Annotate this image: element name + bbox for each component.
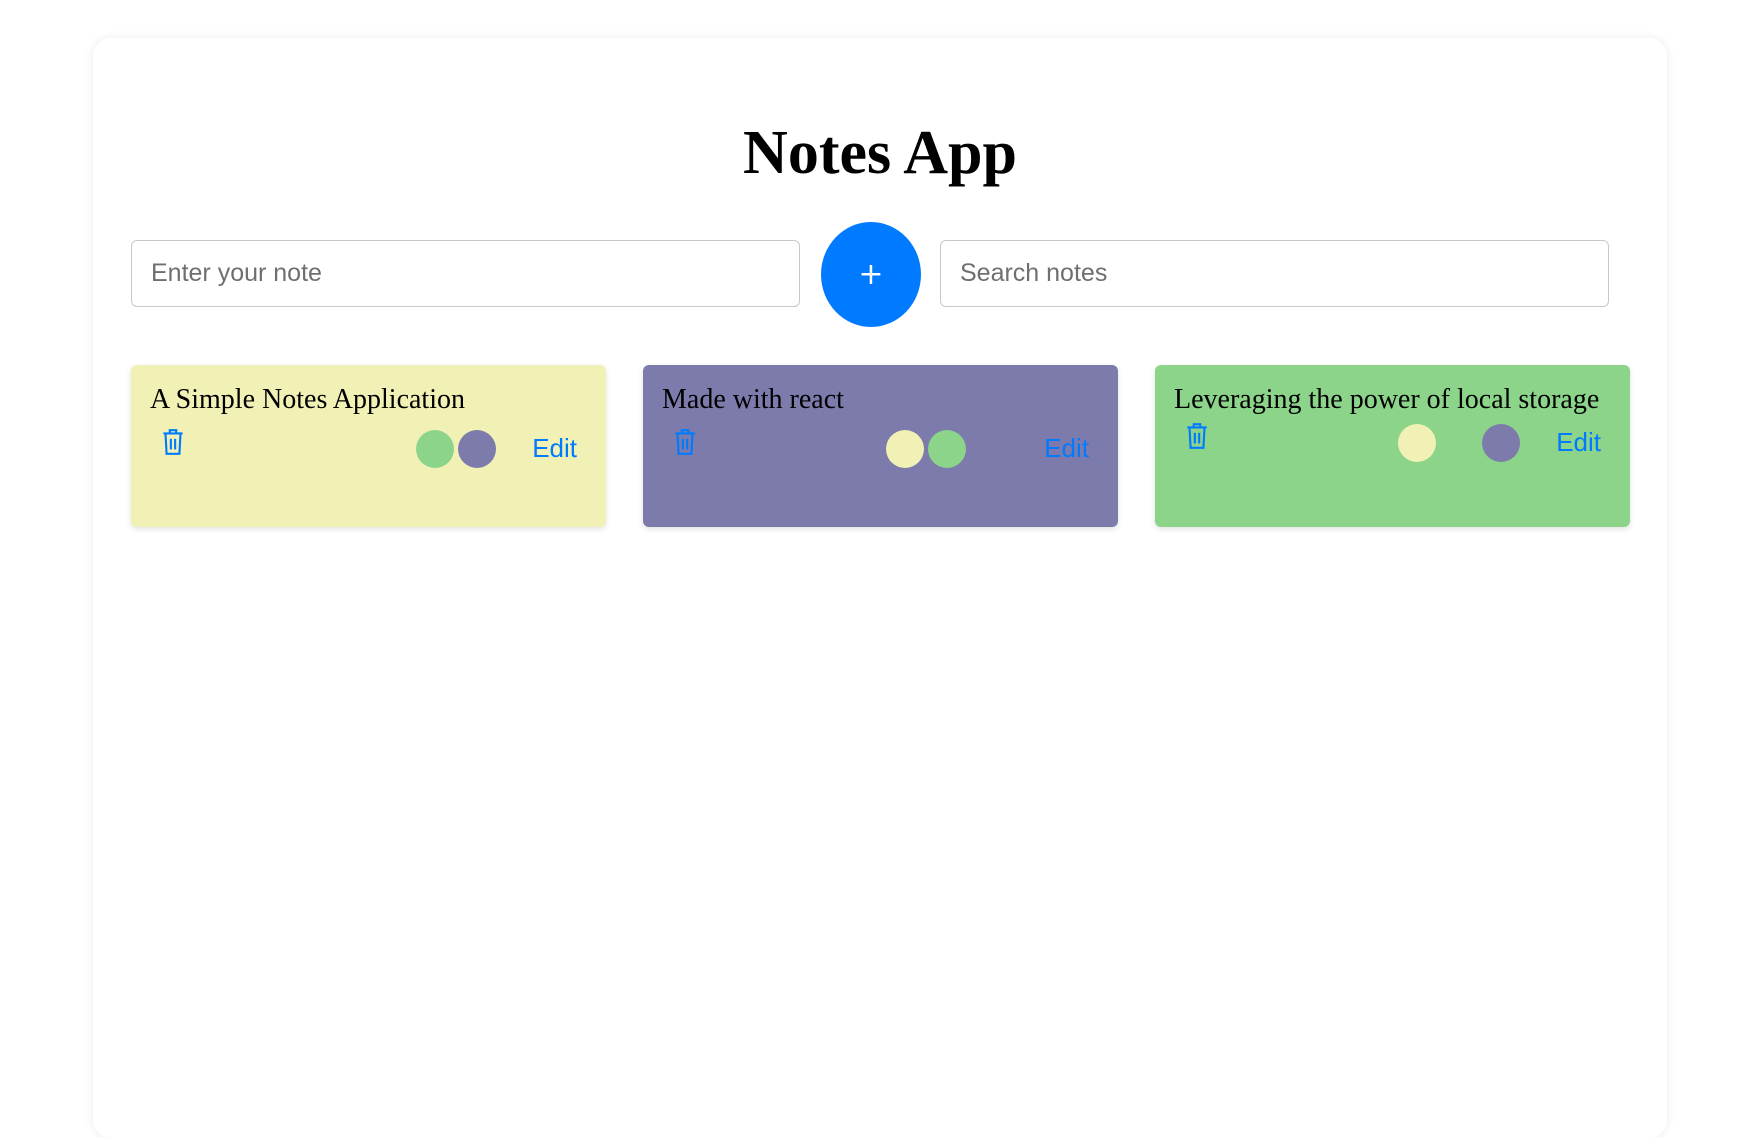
trash-icon[interactable] <box>672 427 698 457</box>
trash-icon[interactable] <box>160 427 186 457</box>
color-swatch-yellow[interactable] <box>886 430 924 468</box>
color-swatch-green[interactable] <box>928 430 966 468</box>
note-card: Made with react Edit <box>643 365 1118 527</box>
note-text: A Simple Notes Application <box>150 384 465 415</box>
color-swatch-purple[interactable] <box>1482 424 1520 462</box>
add-note-button[interactable]: + <box>821 222 921 327</box>
note-input[interactable] <box>131 240 800 307</box>
note-actions: Edit <box>662 427 1099 469</box>
color-swatch-purple[interactable] <box>458 430 496 468</box>
note-text: Leveraging the power of local storage <box>1174 384 1600 415</box>
note-text: Made with react <box>662 384 844 415</box>
note-card: A Simple Notes Application Edit <box>131 365 606 527</box>
trash-icon[interactable] <box>1184 421 1210 451</box>
edit-button[interactable]: Edit <box>1044 433 1089 464</box>
color-swatch-yellow[interactable] <box>1398 424 1436 462</box>
color-swatch-green[interactable] <box>416 430 454 468</box>
edit-button[interactable]: Edit <box>532 433 577 464</box>
edit-button[interactable]: Edit <box>1556 427 1601 458</box>
note-actions: Edit <box>1174 421 1611 463</box>
page-title: Notes App <box>743 119 1017 187</box>
note-actions: Edit <box>150 427 587 469</box>
search-input[interactable] <box>940 240 1609 307</box>
app-container: Notes App + A Simple Notes Application E… <box>93 38 1667 1138</box>
note-card: Leveraging the power of local storage Ed… <box>1155 365 1630 527</box>
